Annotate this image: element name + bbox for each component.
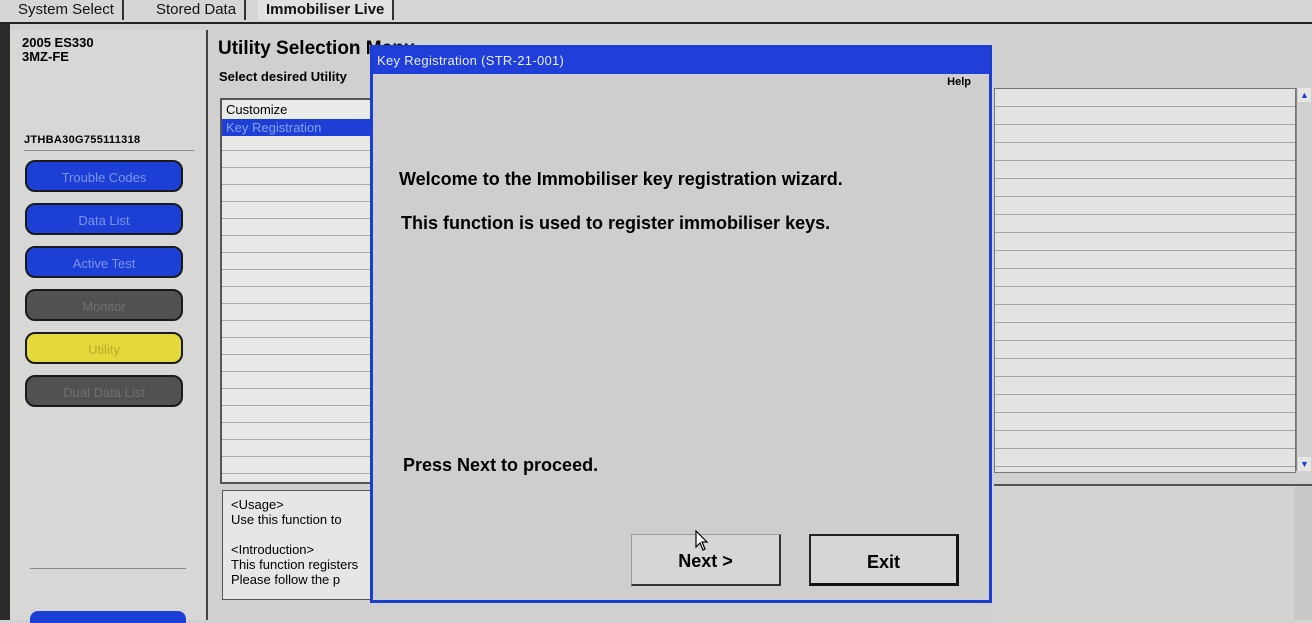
- page-subtitle: Select desired Utility: [219, 69, 347, 84]
- vehicle-info: 2005 ES330 3MZ-FE: [22, 36, 94, 64]
- vehicle-engine: 3MZ-FE: [22, 49, 69, 64]
- help-link[interactable]: Help: [947, 76, 971, 88]
- exit-button[interactable]: Exit: [809, 534, 959, 586]
- scrollbar[interactable]: [1294, 486, 1312, 620]
- list-item-customize[interactable]: Customize: [222, 101, 372, 118]
- usage-line: <Usage>: [231, 497, 284, 512]
- usage-line: Please follow the p: [231, 572, 341, 587]
- lower-panel: [994, 484, 1312, 622]
- mouse-cursor-icon: [695, 530, 709, 551]
- bottom-button[interactable]: [30, 611, 186, 623]
- usage-line: This function registers: [231, 557, 359, 572]
- vehicle-vin: JTHBA30G755111318: [24, 134, 141, 146]
- data-list-button[interactable]: Data List: [25, 203, 183, 235]
- monitor-button[interactable]: Monitor: [25, 289, 183, 321]
- trouble-codes-button[interactable]: Trouble Codes: [25, 160, 183, 192]
- dual-data-list-button[interactable]: Dual Data List: [25, 375, 183, 407]
- vehicle-panel: 2005 ES330 3MZ-FE JTHBA30G755111318 Trou…: [10, 30, 208, 623]
- scrollbar[interactable]: ▲ ▼: [1296, 88, 1312, 471]
- usage-line: Use this function to: [231, 512, 342, 527]
- scroll-down-icon[interactable]: ▼: [1298, 457, 1311, 471]
- usage-description: <Usage> Use this function to <Introducti…: [222, 490, 374, 600]
- usage-line: [231, 527, 373, 542]
- tab-stored-data[interactable]: Stored Data: [148, 0, 247, 20]
- divider: [30, 568, 186, 569]
- instruction-text: Press Next to proceed.: [403, 455, 599, 475]
- utility-button[interactable]: Utility: [25, 332, 183, 364]
- utility-list[interactable]: Customize Key Registration: [220, 98, 374, 484]
- tab-immobiliser-live[interactable]: Immobiliser Live: [258, 0, 395, 20]
- vehicle-model: 2005 ES330: [22, 35, 94, 50]
- tab-bar: System Select Stored Data Immobiliser Li…: [0, 0, 1312, 24]
- welcome-text: Welcome to the Immobiliser key registrat…: [399, 169, 843, 189]
- active-test-button[interactable]: Active Test: [25, 246, 183, 278]
- usage-line: <Introduction>: [231, 542, 315, 557]
- dialog-title: Key Registration (STR-21-001): [373, 48, 989, 74]
- key-registration-dialog: Key Registration (STR-21-001) Help Welco…: [370, 45, 992, 603]
- scroll-up-icon[interactable]: ▲: [1298, 88, 1311, 102]
- data-grid: [994, 88, 1296, 473]
- tab-system-select[interactable]: System Select: [10, 0, 124, 20]
- list-item-key-registration[interactable]: Key Registration: [222, 119, 372, 136]
- description-text: This function is used to register immobi…: [401, 213, 831, 233]
- left-edge: [0, 24, 10, 620]
- divider: [24, 150, 194, 151]
